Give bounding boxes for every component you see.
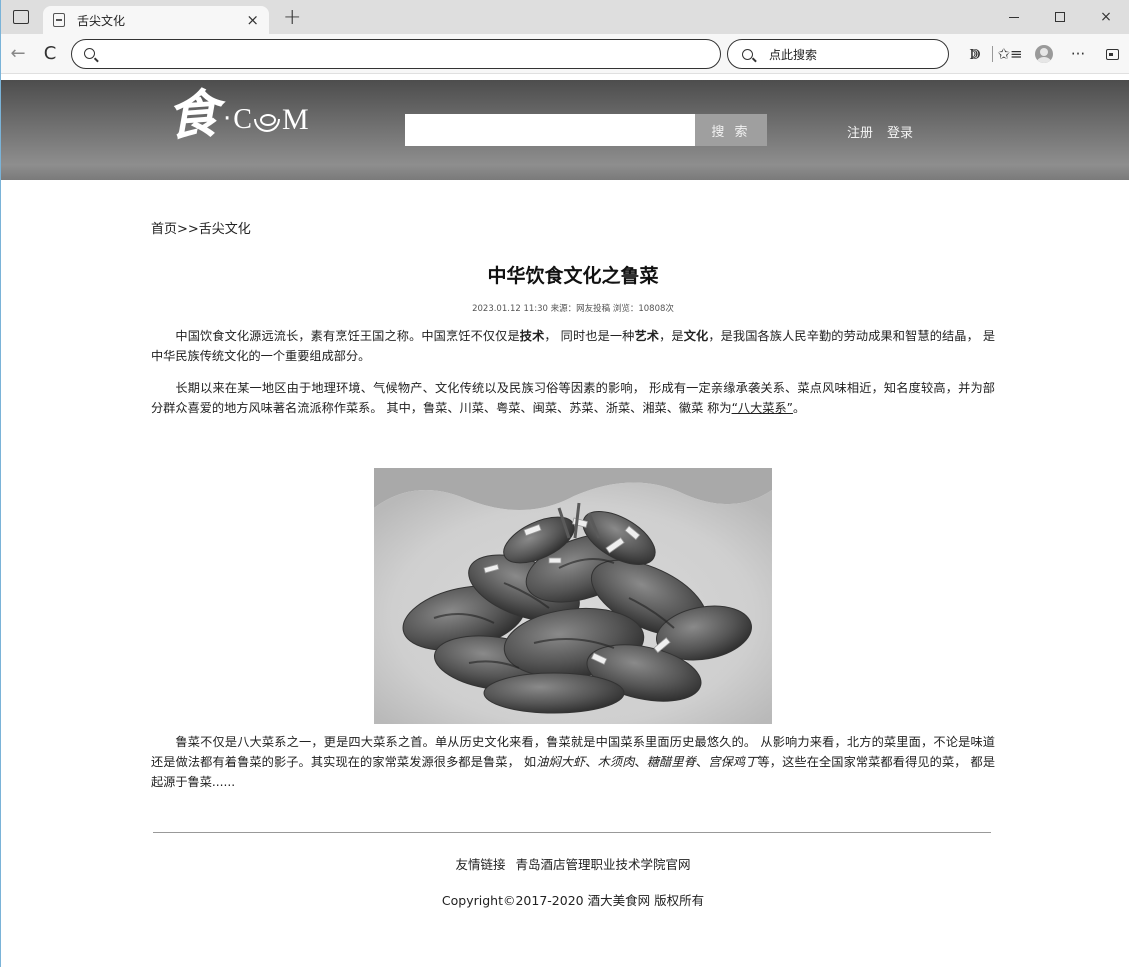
minimize-icon <box>1009 16 1019 18</box>
refresh-icon[interactable]: C <box>39 43 61 64</box>
profile-button[interactable] <box>1027 34 1061 74</box>
p2-text-end: 。 <box>792 401 806 415</box>
dish-kung-pao-chicken: 宫保鸡丁 <box>708 755 758 769</box>
friendly-links-label: 友情链接 <box>455 857 506 872</box>
register-link[interactable]: 注册 <box>847 122 873 141</box>
copyright: Copyright©2017-2020 酒大美食网 版权所有 <box>441 893 705 908</box>
profile-avatar-icon <box>1035 45 1053 63</box>
p1-bold-technique: 技术 <box>519 329 545 343</box>
footer-divider <box>153 832 991 833</box>
login-link[interactable]: 登录 <box>887 122 913 141</box>
more-options-icon[interactable]: ··· <box>1061 34 1095 74</box>
site-header: 食 · C M 搜 索 注册 登录 <box>1 80 1129 180</box>
address-input[interactable] <box>105 46 720 61</box>
search-icon <box>742 48 753 60</box>
toolbar-icons: ↇ ✩≡ ··· <box>958 34 1129 74</box>
close-window-button[interactable]: × <box>1083 0 1129 34</box>
p1-bold-culture: 文化 <box>683 329 709 343</box>
address-search-icon <box>84 48 95 59</box>
new-tab-icon[interactable]: + <box>283 5 301 30</box>
friendly-links: 友情链接 青岛酒店管理职业技术学院官网 <box>151 854 995 873</box>
p1-text-a: 中国饮食文化源远流长，素有烹饪王国之称。中国烹饪不仅仅是 <box>175 329 520 343</box>
address-bar[interactable] <box>71 38 721 69</box>
site-search-input[interactable] <box>405 114 695 146</box>
site-logo[interactable]: 食 · C M <box>164 83 309 148</box>
logo-letter-c: C <box>233 104 252 135</box>
dish-photo <box>374 468 772 724</box>
site-search-button[interactable]: 搜 索 <box>695 114 767 146</box>
back-icon[interactable]: ← <box>7 43 29 64</box>
maximize-icon <box>1055 12 1065 22</box>
maximize-button[interactable] <box>1037 0 1083 34</box>
dish-moo-shu-pork: 木须肉 <box>597 755 635 769</box>
article-title: 中华饮食文化之鲁菜 <box>487 265 659 287</box>
p2-text-a: 长期以来在某一地区由于地理环境、气候物产、文化传统以及民族习俗等因素的影响， 形… <box>151 381 995 415</box>
tab-actions-icon[interactable] <box>13 10 29 24</box>
bowl-icon <box>253 114 280 132</box>
paragraph-cuisines: 长期以来在某一地区由于地理环境、气候物产、文化传统以及民族习俗等因素的影响， 形… <box>151 378 995 418</box>
p3-sep-3: 、 <box>696 755 709 769</box>
tab-bar: 舌尖文化 × + × <box>1 0 1129 34</box>
browser-window: 舌尖文化 × + × ← C 点此搜索 ↇ ✩≡ ··· 食 · C M 搜 索… <box>0 0 1129 967</box>
dish-sweet-sour-tenderloin: 糖醋里脊 <box>646 755 697 769</box>
close-tab-icon[interactable]: × <box>246 11 259 29</box>
window-controls: × <box>991 0 1129 34</box>
p3-sep-1: 、 <box>585 755 598 769</box>
logo-char: 食 <box>164 83 222 148</box>
minimize-button[interactable] <box>991 0 1037 34</box>
eight-cuisines-link[interactable]: “八大菜系” <box>732 401 793 415</box>
browser-tab[interactable]: 舌尖文化 × <box>43 6 269 34</box>
favorites-icon[interactable]: ✩≡ <box>993 34 1027 74</box>
dish-braised-prawns: 油焖大虾 <box>536 755 586 769</box>
sidebar-toggle-icon <box>1105 48 1119 60</box>
article-meta: 2023.01.12 11:30 来源：网友投稿 浏览：10808次 <box>472 304 674 314</box>
logo-letter-m: M <box>281 103 309 136</box>
browser-toolbar: ← C 点此搜索 ↇ ✩≡ ··· <box>1 34 1129 74</box>
p3-sep-2: 、 <box>634 755 647 769</box>
sidebar-toggle-button[interactable] <box>1095 34 1129 74</box>
account-links: 注册 登录 <box>847 122 913 141</box>
logo-dot: · <box>223 104 232 134</box>
tab-title: 舌尖文化 <box>77 13 126 28</box>
extensions-icon[interactable]: ↇ <box>958 34 992 74</box>
page-favicon-icon <box>53 13 65 27</box>
p1-bold-art: 艺术 <box>634 329 660 343</box>
p1-text-d: ，是 <box>659 329 684 343</box>
paragraph-intro: 中国饮食文化源远流长，素有烹饪王国之称。中国烹饪不仅仅是技术， 同时也是一种艺术… <box>151 326 995 366</box>
page-search-box[interactable]: 点此搜索 <box>727 39 949 69</box>
braised-prawns-image <box>374 468 772 724</box>
article-content: 首页>>舌尖文化 中华饮食文化之鲁菜 2023.01.12 11:30 来源：网… <box>151 218 995 908</box>
p1-text-c: ， 同时也是一种 <box>544 329 635 343</box>
page-search-label: 点此搜索 <box>769 47 818 62</box>
paragraph-lu-cuisine: 鲁菜不仅是八大菜系之一，更是四大菜系之首。单从历史文化来看，鲁菜就是中国菜系里面… <box>151 732 995 792</box>
breadcrumb[interactable]: 首页>>舌尖文化 <box>151 218 995 237</box>
friendly-link-qingdao[interactable]: 青岛酒店管理职业技术学院官网 <box>515 857 690 872</box>
